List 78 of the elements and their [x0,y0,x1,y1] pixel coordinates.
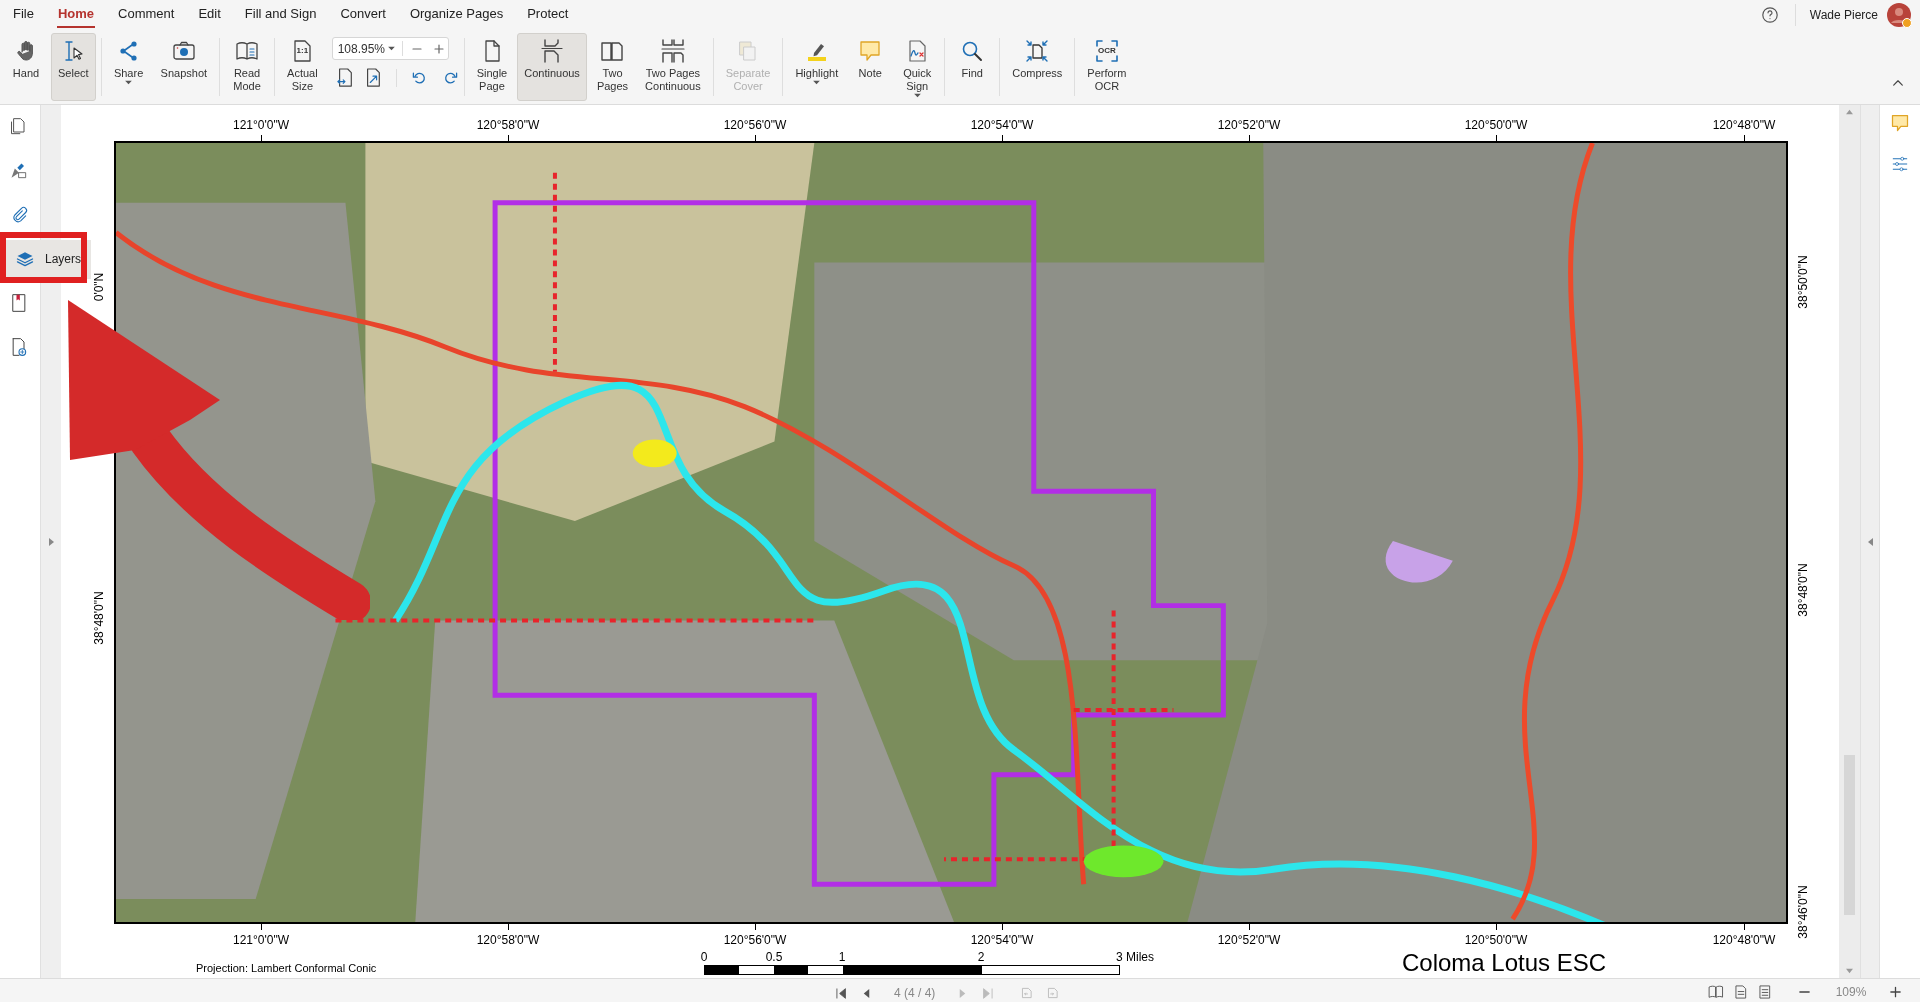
longitude-label: 121°0'0"W [233,119,289,131]
scale-label: 2 [977,951,985,963]
menu-tab[interactable]: Edit [197,2,222,28]
zoom-in-icon[interactable] [1889,986,1902,998]
toolbar-button[interactable]: Two Pages Continuous [638,33,708,101]
toolbar-button[interactable]: 1:1 Actual Size [280,33,325,101]
longitude-label: 121°0'0"W [233,934,289,946]
toolbar-button[interactable]: Two Pages [589,33,636,101]
pen-icon [9,161,29,181]
fit-width-icon[interactable] [335,68,354,88]
toolbar-button[interactable]: Hand [4,33,48,101]
scroll-view-icon[interactable] [1758,985,1772,999]
toolbar-button[interactable]: Compress [1005,33,1070,101]
book-view-icon[interactable] [1708,985,1724,999]
user-name[interactable]: Wade Pierce [1809,6,1878,24]
latitude-label: 38°48'0"N [93,591,105,645]
pages-icon [660,39,685,63]
rotate-left-icon[interactable] [410,70,427,86]
toolbar-button[interactable]: Read Mode [225,33,270,101]
help-icon[interactable] [1760,6,1779,24]
note-icon [858,39,883,63]
dropdown-icon [386,46,396,51]
rotate-right-icon[interactable] [442,70,459,86]
toolbar-button[interactable]: Single Page [469,33,515,101]
longitude-label: 120°52'0"W [1217,934,1281,946]
toolbar-button[interactable]: Select [51,33,96,101]
plus-icon[interactable] [432,42,445,55]
latitude-label: 38°46'0"N [1797,885,1809,939]
longitude-label: 120°54'0"W [970,119,1034,131]
scale-label: 0 [700,951,708,963]
single-page-icon[interactable] [1734,985,1748,999]
longitude-label: 120°56'0"W [723,119,787,131]
avatar[interactable] [1886,2,1912,28]
projection-text: Projection: Lambert Conformal Conic [196,963,377,974]
map-title: Coloma Lotus ESC [1402,951,1607,975]
collapse-icon[interactable] [1892,78,1904,87]
toolbar-button[interactable]: Continuous [517,33,587,101]
menu-tab[interactable]: Fill and Sign [243,2,318,28]
sliders-icon[interactable] [1891,155,1909,173]
menu-tab[interactable]: Comment [117,2,176,28]
toolbar-button[interactable]: Note [848,33,893,101]
longitude-label: 120°52'0"W [1217,119,1281,131]
menu-tab[interactable]: File [12,2,35,28]
longitude-label: 120°48'0"W [1712,119,1776,131]
scale-label: 0.5 [765,951,783,963]
toolbar-button[interactable]: Find [950,33,995,101]
longitude-label: 120°58'0"W [476,934,540,946]
toolbar-button[interactable]: Share [106,33,151,101]
menu-tab[interactable]: Protect [526,2,570,28]
expand-icon[interactable] [47,536,55,547]
pages-icon [600,39,625,63]
toolbar-button[interactable]: Quick Sign [895,33,940,101]
book-icon [235,39,260,63]
camera-icon [171,39,196,63]
latitude-label: 38°48'0"N [1797,563,1809,617]
latitude-label: 0'0"N [93,272,105,302]
longitude-label: 120°56'0"W [723,934,787,946]
longitude-label: 120°54'0"W [970,934,1034,946]
longitude-label: 120°50'0"W [1464,934,1528,946]
search-icon [960,39,985,63]
scale-label: 3 Miles [1116,951,1154,963]
latitude-label: 38°50'0"N [1797,255,1809,309]
toolbar-button[interactable]: Snapshot [153,33,215,101]
longitude-label: 120°48'0"W [1712,934,1776,946]
previous-page-icon[interactable] [861,987,872,999]
longitude-label: 120°50'0"W [1464,119,1528,131]
longitude-label: 120°58'0"W [476,119,540,131]
first-page-icon[interactable] [836,987,847,999]
menu-tab[interactable]: Home [56,2,96,28]
zoom-field[interactable]: 108.95% [331,37,449,60]
pages-icon [540,39,565,63]
menu-tab[interactable]: Convert [339,2,387,28]
scale-label: 1 [838,951,846,963]
collapse-panel-icon[interactable] [1866,536,1874,547]
menu-tab[interactable]: Organize Pages [408,2,505,28]
toolbar-button[interactable]: Highlight [788,33,846,101]
compress-icon [1025,39,1050,63]
toolbar-button[interactable]: OCR Perform OCR [1080,33,1134,101]
